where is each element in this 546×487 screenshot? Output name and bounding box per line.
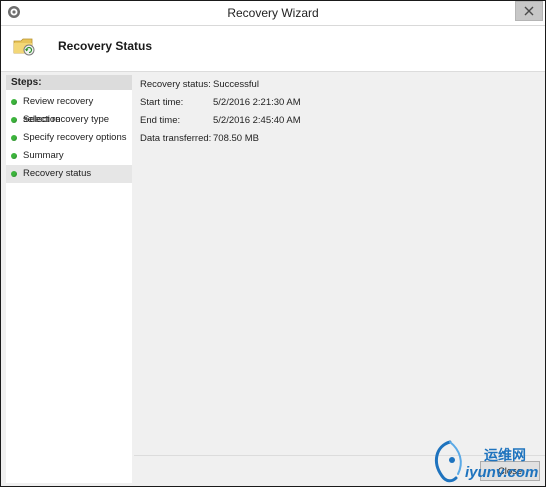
field-value: 708.50 MB [213, 133, 259, 144]
steps-sidebar: Steps: Review recovery selection Select … [6, 75, 132, 483]
data-transferred-row: Data transferred: 708.50 MB [140, 133, 259, 144]
sidebar-item-review-recovery-selection[interactable]: Review recovery selection [6, 93, 132, 125]
field-label: Start time: [140, 97, 184, 108]
step-label: Select recovery type [23, 114, 110, 125]
step-label: Specify recovery options [23, 132, 127, 143]
field-label: End time: [140, 115, 181, 126]
watermark-text: 运维网 [484, 448, 526, 464]
completed-status-icon [11, 135, 17, 141]
completed-status-icon [11, 117, 17, 123]
completed-status-icon [11, 171, 17, 177]
status-content-panel: Recovery status: Successful Start time: 5/… [134, 75, 545, 455]
end-time-row: End time: 5/2/2016 2:45:40 AM [140, 115, 301, 126]
recovery-wizard-window: Recovery Wizard Recovery Status Steps: R… [0, 0, 546, 487]
step-label: Summary [23, 150, 64, 161]
title-bar: Recovery Wizard [1, 1, 545, 26]
field-label: Recovery status: [140, 79, 211, 90]
step-label: Recovery status [23, 168, 92, 179]
steps-heading: Steps: [6, 75, 132, 90]
start-time-row: Start time: 5/2/2016 2:21:30 AM [140, 97, 301, 108]
window-close-button[interactable] [515, 1, 543, 21]
completed-status-icon [11, 153, 17, 159]
recovery-status-row: Recovery status: Successful [140, 79, 259, 90]
folder-recovery-icon [13, 38, 35, 56]
sidebar-item-select-recovery-type[interactable]: Select recovery type [6, 111, 132, 129]
window-title: Recovery Wizard [227, 6, 319, 20]
sidebar-item-specify-recovery-options[interactable]: Specify recovery options [6, 129, 132, 147]
field-label: Data transferred: [140, 133, 212, 144]
field-value: 5/2/2016 2:45:40 AM [213, 115, 301, 126]
page-title: Recovery Status [58, 39, 153, 53]
completed-status-icon [11, 99, 17, 105]
watermark-domain: iyunv.com [465, 464, 539, 481]
sidebar-item-recovery-status[interactable]: Recovery status [6, 165, 132, 183]
field-value: 5/2/2016 2:21:30 AM [213, 97, 301, 108]
close-icon [524, 6, 534, 16]
wizard-header: Recovery Status [1, 26, 545, 72]
watermark-logo-icon [434, 440, 462, 483]
sidebar-item-summary[interactable]: Summary [6, 147, 132, 165]
field-value: Successful [213, 79, 259, 90]
